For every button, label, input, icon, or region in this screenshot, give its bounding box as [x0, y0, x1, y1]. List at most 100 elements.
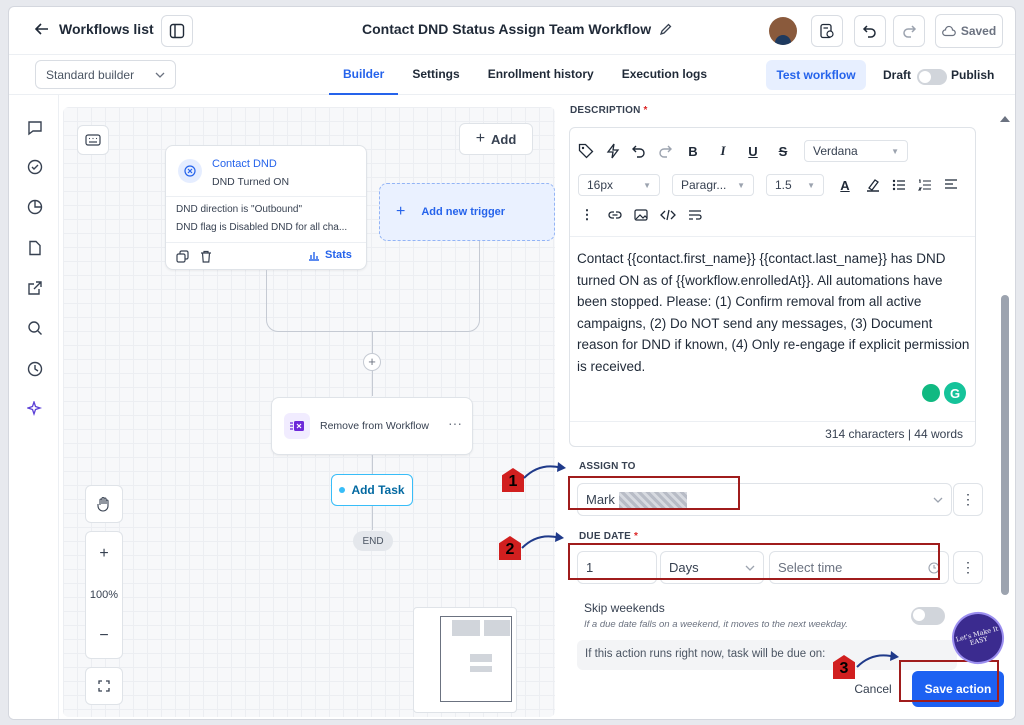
- workflow-title[interactable]: Contact DND Status Assign Team Workflow: [362, 21, 673, 37]
- trigger-filter-1: DND direction is "Outbound": [176, 204, 303, 215]
- sub-header: Standard builder Builder Settings Enroll…: [9, 55, 1015, 95]
- annotation-box-assign: [568, 476, 740, 510]
- pie-chart-icon[interactable]: [24, 196, 46, 218]
- tab-builder[interactable]: Builder: [329, 55, 399, 95]
- toggle-sidebar-button[interactable]: [161, 15, 193, 47]
- file-icon[interactable]: [24, 237, 46, 259]
- text-color-icon[interactable]: A: [836, 176, 854, 194]
- plus-icon: +: [475, 130, 486, 147]
- assign-to-label: ASSIGN TO: [579, 461, 636, 472]
- strikethrough-icon[interactable]: S: [774, 142, 792, 160]
- trash-icon[interactable]: [200, 250, 212, 263]
- more-vertical-icon[interactable]: ⋮: [578, 206, 596, 224]
- scrollbar-thumb[interactable]: [1001, 295, 1009, 595]
- keyboard-shortcuts-button[interactable]: [77, 125, 109, 155]
- tab-execution-logs[interactable]: Execution logs: [608, 55, 721, 95]
- tag-icon[interactable]: [578, 143, 594, 159]
- description-editor[interactable]: B I U S Verdana ▼ 16px ▼ Paragr... ▼ 1.5 ▼ A…: [569, 127, 976, 447]
- check-circle-icon[interactable]: [24, 156, 46, 178]
- undo-icon[interactable]: [632, 144, 646, 158]
- pencil-icon[interactable]: [659, 22, 673, 36]
- link-icon[interactable]: [608, 210, 622, 220]
- zoom-out-icon[interactable]: −: [99, 627, 108, 645]
- align-left-icon[interactable]: [944, 179, 958, 191]
- external-link-icon[interactable]: [24, 277, 46, 299]
- numbered-list-icon[interactable]: [918, 179, 932, 191]
- main-tabs: Builder Settings Enrollment history Exec…: [329, 55, 721, 95]
- insert-step-button[interactable]: +: [363, 353, 381, 371]
- image-icon[interactable]: [634, 209, 648, 221]
- copy-icon[interactable]: [176, 250, 189, 263]
- bullet-list-icon[interactable]: [892, 179, 906, 191]
- fullscreen-icon: [98, 680, 110, 692]
- redo-icon[interactable]: [658, 144, 672, 158]
- publish-toggle[interactable]: [917, 69, 947, 85]
- draft-label: Draft: [883, 68, 912, 82]
- document-clock-icon: [820, 23, 834, 39]
- workflow-title-text: Contact DND Status Assign Team Workflow: [362, 21, 652, 37]
- text-wrap-icon[interactable]: [688, 209, 702, 221]
- action-node-remove-from-workflow[interactable]: Remove from Workflow ···: [271, 397, 473, 455]
- tab-settings[interactable]: Settings: [398, 55, 473, 95]
- char-count: 314 characters: [825, 427, 905, 441]
- due-date-options-icon[interactable]: ⋮: [953, 551, 983, 584]
- more-options-icon[interactable]: ···: [448, 415, 462, 431]
- trigger-subtitle: DND Turned ON: [212, 176, 290, 188]
- action-node-add-task[interactable]: Add Task: [331, 474, 413, 506]
- trigger-icon: [178, 159, 202, 183]
- builder-mode-select[interactable]: Standard builder: [35, 60, 176, 89]
- remove-workflow-icon: [284, 413, 310, 439]
- description-text[interactable]: Contact {{contact.first_name}} {{contact…: [577, 248, 972, 377]
- editor-toolbar-row-2: 16px ▼ Paragr... ▼ 1.5 ▼ A: [578, 174, 958, 196]
- grammar-bulb-icon[interactable]: [922, 384, 940, 402]
- skip-weekends-toggle[interactable]: [911, 607, 945, 625]
- zoom-level: 100%: [89, 589, 119, 601]
- user-avatar[interactable]: [769, 17, 797, 45]
- undo-icon: [862, 25, 876, 38]
- underline-icon[interactable]: U: [744, 142, 762, 160]
- back-to-workflows[interactable]: Workflows list: [35, 21, 154, 37]
- add-new-trigger[interactable]: + Add new trigger: [379, 183, 555, 241]
- font-family-select[interactable]: Verdana ▼: [804, 140, 908, 162]
- keyboard-icon: [85, 134, 101, 146]
- test-workflow-button[interactable]: Test workflow: [766, 60, 866, 90]
- history-icon[interactable]: [24, 358, 46, 380]
- grammarly-icon[interactable]: G: [944, 382, 966, 404]
- italic-icon[interactable]: I: [714, 142, 732, 160]
- arrow-left-icon: [35, 23, 48, 35]
- line-height-select[interactable]: 1.5 ▼: [766, 174, 824, 196]
- undo-button[interactable]: [854, 15, 886, 47]
- assign-to-options-icon[interactable]: ⋮: [953, 483, 983, 516]
- minimap[interactable]: [413, 607, 517, 713]
- cancel-button[interactable]: Cancel: [841, 675, 905, 703]
- add-node-button[interactable]: + Add: [459, 123, 533, 155]
- action-settings-panel: DESCRIPTION * B I U S Verdana ▼ 16px ▼ Par…: [557, 95, 993, 719]
- end-node: END: [353, 531, 393, 551]
- zoom-in-icon[interactable]: +: [99, 545, 108, 563]
- trigger-node-contact-dnd[interactable]: Contact DND DND Turned ON DND direction …: [165, 145, 367, 270]
- action2-label: Add Task: [351, 483, 405, 497]
- bold-icon[interactable]: B: [684, 142, 702, 160]
- due-date-label: DUE DATE *: [579, 531, 639, 542]
- scroll-up-icon[interactable]: [999, 115, 1011, 123]
- font-size-select[interactable]: 16px ▼: [578, 174, 660, 196]
- editor-toolbar-row-1: B I U S Verdana ▼: [578, 140, 908, 162]
- chevron-down-icon: [933, 497, 943, 503]
- fit-view-button[interactable]: [85, 667, 123, 705]
- pan-hand-button[interactable]: [85, 485, 123, 523]
- cloud-check-icon: [941, 25, 956, 37]
- search-icon[interactable]: [24, 317, 46, 339]
- version-history-button[interactable]: [811, 15, 843, 47]
- highlighter-icon[interactable]: [866, 178, 880, 192]
- tab-enrollment-history[interactable]: Enrollment history: [474, 55, 608, 95]
- code-icon[interactable]: [660, 209, 676, 221]
- sparkle-icon[interactable]: [24, 398, 46, 420]
- workflow-canvas[interactable]: + Add Contact DND DND Turned ON DND dire…: [63, 107, 555, 717]
- skip-weekends-label: Skip weekends: [584, 601, 665, 615]
- lightning-icon[interactable]: [606, 143, 620, 159]
- stats-link[interactable]: Stats: [308, 249, 352, 261]
- saved-status: Saved: [935, 14, 1003, 48]
- comments-icon[interactable]: [24, 117, 46, 139]
- paragraph-style-select[interactable]: Paragr... ▼: [672, 174, 754, 196]
- redo-button[interactable]: [893, 15, 925, 47]
